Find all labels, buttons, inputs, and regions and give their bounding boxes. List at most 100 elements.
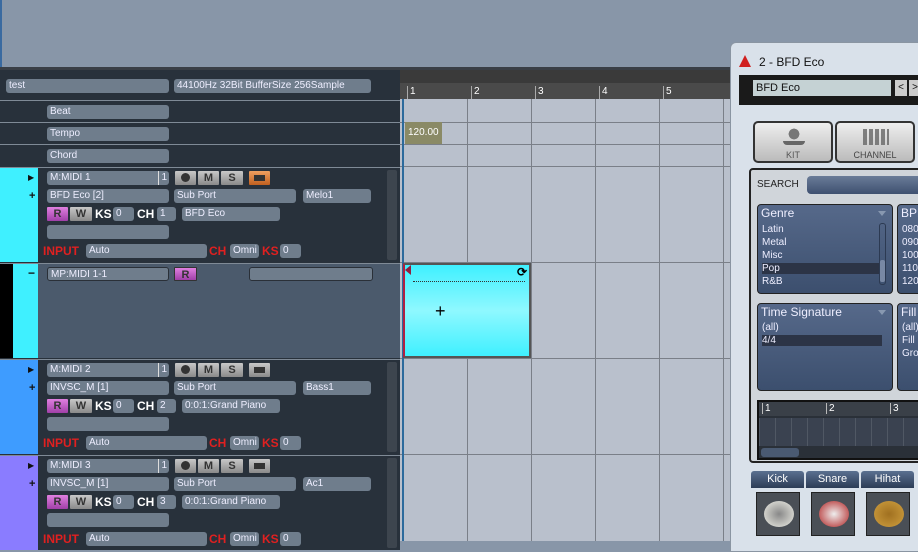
read-button[interactable]: R xyxy=(47,207,68,221)
record-button[interactable] xyxy=(175,171,196,185)
device-field[interactable]: INVSC_M [1] xyxy=(47,477,169,491)
channel-field[interactable]: 3 xyxy=(157,495,176,509)
empty-field[interactable] xyxy=(47,417,169,431)
fill-list[interactable]: Fill (all) Fill Groove xyxy=(897,303,918,391)
port-field[interactable]: Sub Port xyxy=(174,477,296,491)
patch-group-field[interactable]: Bass1 xyxy=(303,381,371,395)
port-field[interactable]: Sub Port xyxy=(174,381,296,395)
drum-slot-snare[interactable]: Snare xyxy=(806,471,859,541)
monitor-button[interactable] xyxy=(249,171,270,185)
input-field[interactable]: Auto xyxy=(86,244,207,258)
list-item[interactable]: Fill xyxy=(902,335,915,346)
list-item[interactable]: 100 xyxy=(902,250,918,261)
input-ks-field[interactable]: 0 xyxy=(280,532,301,546)
track-name-field[interactable]: M:MIDI 2 1 xyxy=(47,363,169,377)
input-ks-field[interactable]: 0 xyxy=(280,436,301,450)
list-item[interactable]: Metal xyxy=(762,237,786,248)
drum-slot-kick[interactable]: Kick xyxy=(751,471,804,541)
solo-button[interactable]: S xyxy=(221,459,243,473)
device-field[interactable]: INVSC_M [1] xyxy=(47,381,169,395)
prev-preset-button[interactable]: < xyxy=(895,80,907,96)
program-field[interactable]: BFD Eco xyxy=(182,207,280,221)
track-scrollbar[interactable] xyxy=(387,170,397,260)
port-field[interactable]: Sub Port xyxy=(174,189,296,203)
subtrack-name-field[interactable]: MP:MIDI 1-1 xyxy=(47,267,169,281)
timeline-scrollbar[interactable] xyxy=(761,448,799,457)
input-ks-field[interactable]: 0 xyxy=(280,244,301,258)
loop-icon[interactable]: ⟳ xyxy=(517,265,527,279)
project-name-field[interactable]: test xyxy=(6,79,169,93)
mute-button[interactable]: M xyxy=(198,363,219,377)
solo-button[interactable]: S xyxy=(221,171,243,185)
midi-clip[interactable]: ⟳ + xyxy=(403,263,531,358)
empty-field[interactable] xyxy=(47,225,169,239)
record-button[interactable] xyxy=(175,363,196,377)
expand-track-icon[interactable]: ▶ xyxy=(28,461,34,470)
monitor-button[interactable] xyxy=(249,459,270,473)
channel-field[interactable]: 1 xyxy=(157,207,176,221)
list-item[interactable]: R&B xyxy=(762,276,783,287)
preset-field[interactable]: BFD Eco xyxy=(753,80,891,96)
solo-button[interactable]: S xyxy=(221,363,243,377)
search-input[interactable] xyxy=(807,176,918,194)
track-name-field[interactable]: M:MIDI 3 1 xyxy=(47,459,169,473)
read-button[interactable]: R xyxy=(47,399,68,413)
key-shift-field[interactable]: 0 xyxy=(113,207,134,221)
list-item[interactable]: 110 xyxy=(902,263,918,274)
time-signature-list[interactable]: Time Signature (all) 4/4 xyxy=(757,303,893,391)
mute-button[interactable]: M xyxy=(198,171,219,185)
list-item[interactable]: Pop xyxy=(762,263,882,274)
genre-list[interactable]: Genre Latin Metal Misc Pop R&B xyxy=(757,204,893,294)
track-scrollbar[interactable] xyxy=(387,362,397,452)
read-button[interactable]: R xyxy=(47,495,68,509)
write-button[interactable]: W xyxy=(70,399,92,413)
collapse-subtrack-icon[interactable]: − xyxy=(28,266,35,280)
input-channel-field[interactable]: Omni xyxy=(230,436,259,450)
bpm-list[interactable]: BPM 080 090 100 110 120 xyxy=(897,204,918,294)
patch-group-field[interactable]: Melo1 xyxy=(303,189,371,203)
add-subtrack-icon[interactable]: + xyxy=(29,190,35,202)
write-button[interactable]: W xyxy=(70,495,92,509)
program-field[interactable]: 0:0:1:Grand Piano xyxy=(182,495,280,509)
pattern-timeline[interactable]: 1 2 3 xyxy=(757,400,918,460)
list-item[interactable]: (all) xyxy=(902,322,918,333)
subtrack[interactable]: − MP:MIDI 1-1 R xyxy=(0,263,400,358)
list-item[interactable]: 4/4 xyxy=(762,335,882,346)
list-item[interactable]: Latin xyxy=(762,224,784,235)
midi-track-1[interactable]: ▶ + M:MIDI 1 1 M S BFD Eco [2] Sub Port M… xyxy=(0,167,400,262)
expand-track-icon[interactable]: ▶ xyxy=(28,365,34,374)
list-item[interactable]: Groove xyxy=(902,348,918,359)
drum-slot-hihat[interactable]: Hihat xyxy=(861,471,914,541)
track-scrollbar[interactable] xyxy=(387,458,397,548)
plugin-window[interactable]: 2 - BFD Eco BFD Eco < > KIT CHANNEL SEAR… xyxy=(730,42,918,552)
add-subtrack-icon[interactable]: + xyxy=(29,382,35,394)
input-channel-field[interactable]: Omni xyxy=(230,532,259,546)
midi-track-2[interactable]: ▶ + M:MIDI 2 1 M S INVSC_M [1] Sub Port B… xyxy=(0,359,400,454)
list-item[interactable]: (all) xyxy=(762,322,779,333)
input-field[interactable]: Auto xyxy=(86,532,207,546)
list-item[interactable]: 090 xyxy=(902,237,918,248)
subtrack-field[interactable] xyxy=(249,267,373,281)
empty-field[interactable] xyxy=(47,513,169,527)
add-subtrack-icon[interactable]: + xyxy=(29,478,35,490)
tab-kit[interactable]: KIT xyxy=(753,121,833,163)
global-track-2[interactable]: Chord xyxy=(0,144,400,166)
monitor-button[interactable] xyxy=(249,363,270,377)
list-item[interactable]: 080 xyxy=(902,224,918,235)
key-shift-field[interactable]: 0 xyxy=(113,399,134,413)
dropdown-arrow-icon[interactable] xyxy=(878,310,886,315)
device-field[interactable]: BFD Eco [2] xyxy=(47,189,169,203)
dropdown-arrow-icon[interactable] xyxy=(878,211,886,216)
next-preset-button[interactable]: > xyxy=(909,80,918,96)
write-button[interactable]: W xyxy=(70,207,92,221)
channel-field[interactable]: 2 xyxy=(157,399,176,413)
key-shift-field[interactable]: 0 xyxy=(113,495,134,509)
expand-track-icon[interactable]: ▶ xyxy=(28,173,34,182)
subtrack-read-button[interactable]: R xyxy=(174,267,197,281)
ruler[interactable] xyxy=(400,70,730,99)
global-track-1[interactable]: Tempo xyxy=(0,122,400,144)
record-button[interactable] xyxy=(175,459,196,473)
input-channel-field[interactable]: Omni xyxy=(230,244,259,258)
midi-track-3[interactable]: ▶ + M:MIDI 3 1 M S INVSC_M [1] Sub Port A… xyxy=(0,455,400,550)
list-item[interactable]: Misc xyxy=(762,250,783,261)
